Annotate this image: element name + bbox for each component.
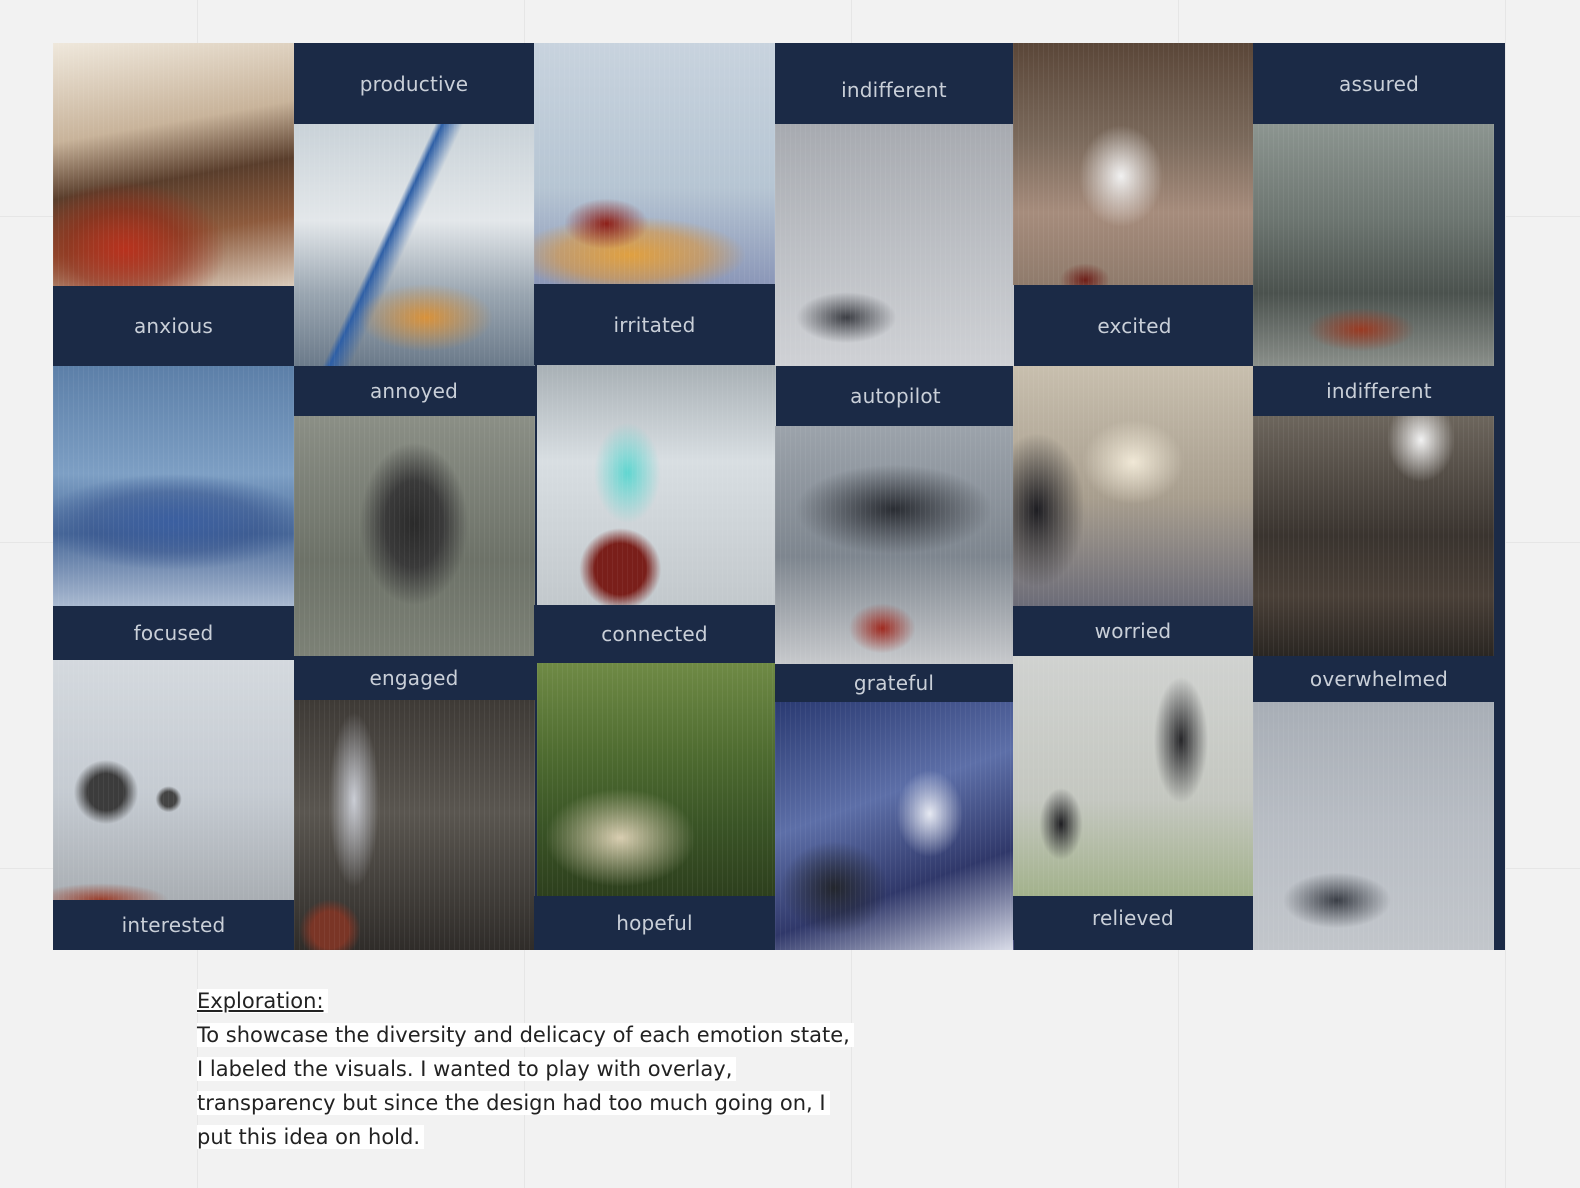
note-heading: Exploration: — [197, 989, 328, 1013]
emotion-image-board: anxious focused interested productive an… — [53, 43, 1505, 950]
abstract-image-overwhelmed — [1253, 702, 1494, 950]
note-line-4: put this idea on hold. — [197, 1125, 425, 1149]
note-line-1: To showcase the diversity and delicacy o… — [197, 1023, 854, 1047]
label-assured: assured — [1253, 43, 1505, 124]
abstract-image-relieved — [1013, 656, 1254, 896]
abstract-image-worried — [1013, 366, 1254, 606]
abstract-image-interested — [53, 660, 295, 900]
abstract-image-annoyed — [294, 416, 535, 656]
label-interested: interested — [53, 900, 294, 950]
label-autopilot: autopilot — [778, 366, 1013, 426]
label-irritated: irritated — [534, 284, 775, 365]
label-worried: worried — [1013, 606, 1253, 656]
label-relieved: relieved — [1013, 896, 1253, 940]
label-grateful: grateful — [775, 664, 1013, 702]
abstract-image-grateful — [775, 702, 1014, 950]
label-indifferent-right: indifferent — [1253, 366, 1505, 416]
abstract-image-excited — [1013, 43, 1254, 285]
label-productive: productive — [294, 43, 534, 124]
label-anxious: anxious — [53, 286, 294, 366]
label-engaged: engaged — [294, 656, 534, 700]
exploration-note: Exploration: To showcase the diversity a… — [197, 984, 957, 1154]
label-annoyed: annoyed — [294, 366, 534, 416]
abstract-image-engaged — [294, 700, 535, 950]
label-connected: connected — [534, 605, 775, 663]
label-overwhelmed: overwhelmed — [1253, 656, 1505, 702]
abstract-image-focused — [53, 366, 295, 606]
abstract-image-autopilot — [775, 426, 1014, 664]
abstract-image-connected — [537, 365, 776, 605]
label-hopeful: hopeful — [534, 896, 775, 950]
abstract-image-anxious — [53, 43, 295, 286]
abstract-image-productive — [294, 124, 535, 366]
abstract-image-irritated — [534, 43, 776, 284]
label-indifferent-top: indifferent — [775, 43, 1013, 136]
note-line-3: transparency but since the design had to… — [197, 1091, 830, 1115]
abstract-image-indifferent-right — [1253, 416, 1494, 656]
abstract-image-hopeful — [537, 663, 776, 896]
note-line-2: I labeled the visuals. I wanted to play … — [197, 1057, 737, 1081]
abstract-image-assured — [1253, 124, 1494, 366]
label-focused: focused — [53, 606, 294, 660]
abstract-image-indifferent-top — [775, 124, 1014, 366]
label-excited: excited — [1016, 285, 1253, 366]
